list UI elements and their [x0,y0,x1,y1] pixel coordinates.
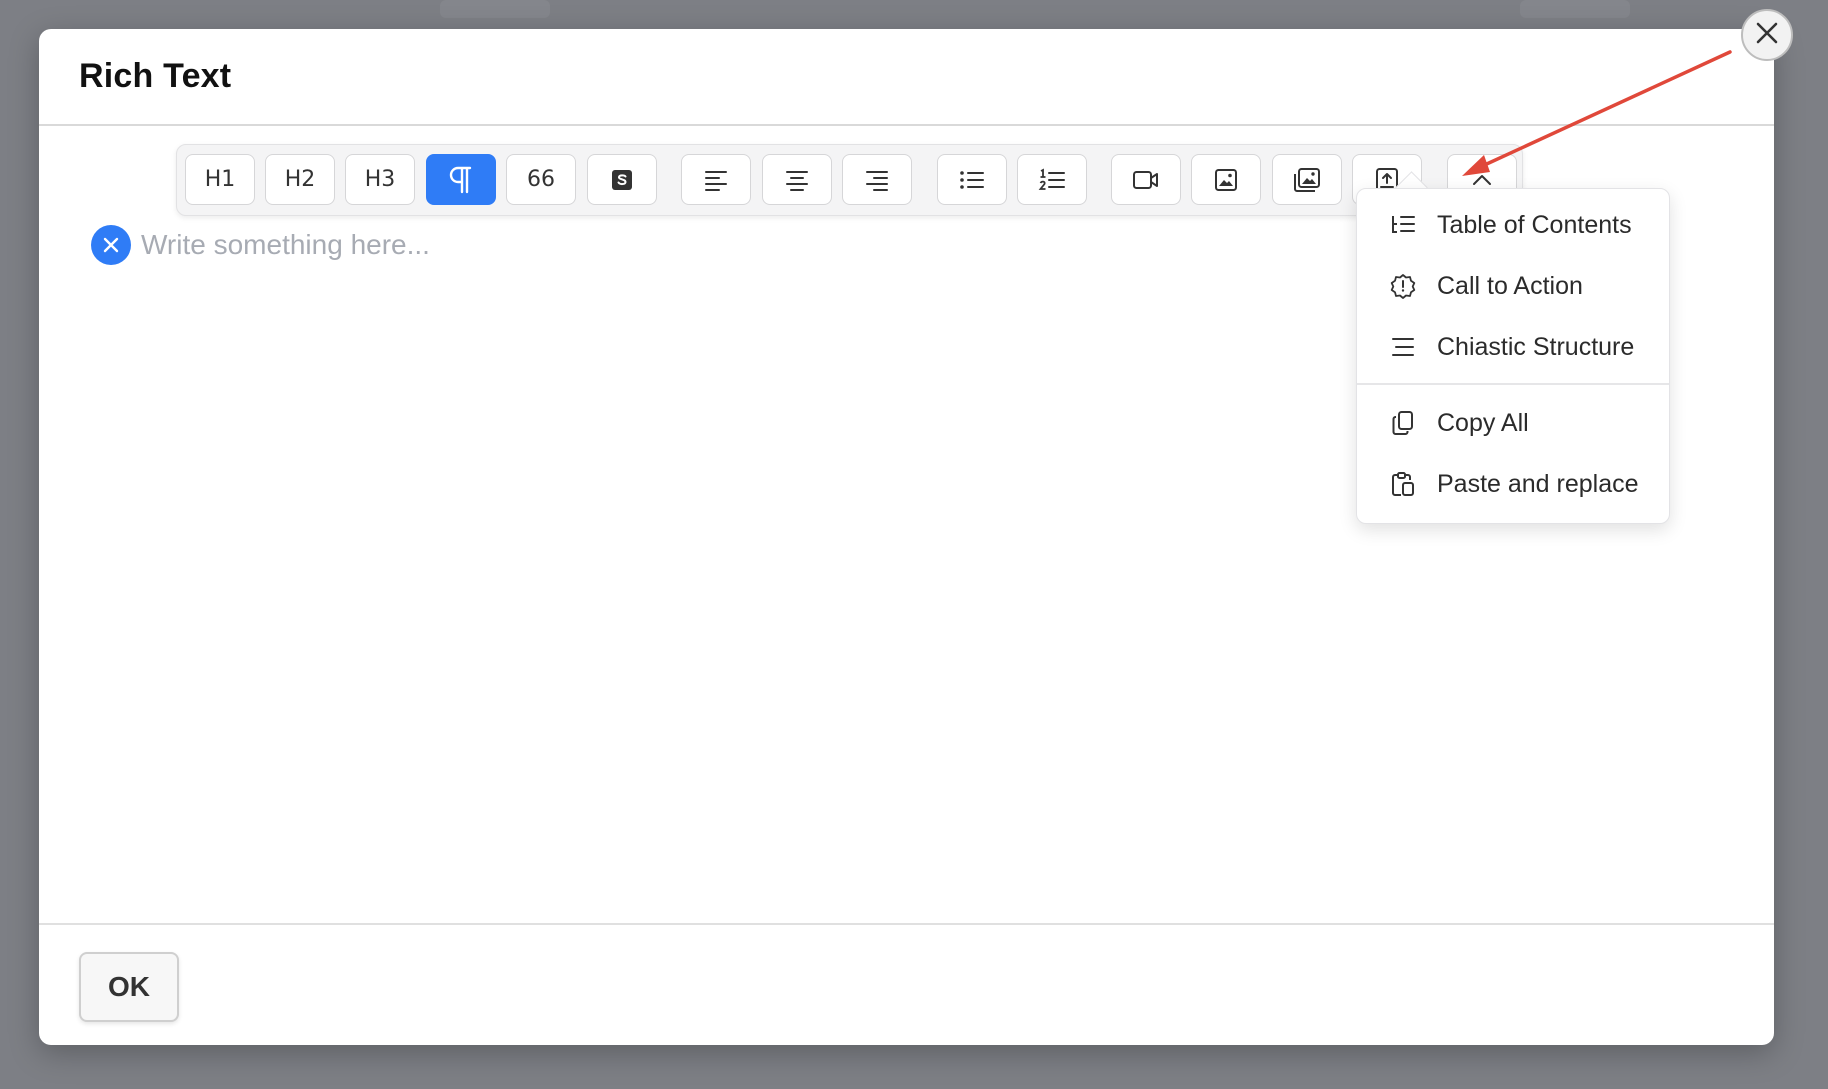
quote-label: 66 [527,167,555,192]
menu-item-label: Copy All [1437,408,1529,437]
ok-button[interactable]: OK [79,952,179,1022]
heading-1-button[interactable]: H1 [185,154,255,205]
backdrop-shape [1520,0,1630,18]
paragraph-button[interactable] [426,154,496,205]
video-icon [1132,169,1160,191]
image-icon [1214,168,1238,192]
editor-body[interactable]: Write something here... [91,225,430,265]
menu-item-paste-and-replace[interactable]: Paste and replace [1357,456,1669,512]
heading-2-label: H2 [284,167,316,192]
image-button[interactable] [1191,154,1261,205]
gallery-button[interactable] [1272,154,1342,205]
align-center-icon [784,168,810,192]
align-left-icon [703,168,729,192]
close-modal-button[interactable] [1741,9,1793,61]
bullet-list-icon [958,168,986,192]
modal-header: Rich Text [39,29,1774,126]
copy-icon [1389,409,1417,437]
menu-divider [1357,383,1669,385]
editor-placeholder[interactable]: Write something here... [141,229,430,261]
editor-toolbar: H1 H2 H3 66 [176,144,1523,216]
bullet-list-button[interactable] [937,154,1007,205]
strikethrough-button[interactable] [587,154,657,205]
modal-footer: OK [39,923,1774,1045]
menu-item-label: Call to Action [1437,271,1583,300]
list-tree-icon [1389,211,1417,239]
align-left-button[interactable] [681,154,751,205]
gallery-icon [1293,167,1321,193]
heading-3-label: H3 [364,167,396,192]
numbered-list-icon [1038,168,1066,192]
menu-item-label: Paste and replace [1437,469,1639,498]
align-right-button[interactable] [842,154,912,205]
menu-item-table-of-contents[interactable]: Table of Contents [1357,197,1669,253]
close-icon [1754,20,1780,51]
heading-3-button[interactable]: H3 [345,154,415,205]
rich-text-modal: Rich Text H1 H2 H3 66 Write something he… [39,29,1774,1045]
pilcrow-icon [448,166,474,194]
menu-item-label: Chiastic Structure [1437,332,1635,361]
backdrop-shape [440,0,550,18]
chevron-up-icon [1471,173,1493,187]
menu-item-call-to-action[interactable]: Call to Action [1357,258,1669,314]
s-square-icon [610,168,634,192]
align-right-icon [864,168,890,192]
menu-item-label: Table of Contents [1437,210,1632,239]
modal-title: Rich Text [79,57,232,95]
paste-icon [1389,470,1417,498]
menu-item-chiastic-structure[interactable]: Chiastic Structure [1357,319,1669,375]
align-center-button[interactable] [762,154,832,205]
numbered-list-button[interactable] [1017,154,1087,205]
quote-button[interactable]: 66 [506,154,576,205]
clear-icon[interactable] [91,225,131,265]
heading-1-label: H1 [204,167,236,192]
lines-icon [1389,333,1417,361]
menu-item-copy-all[interactable]: Copy All [1357,395,1669,451]
alert-badge-icon [1389,272,1417,300]
more-options-dropdown: Table of Contents Call to Action Chiasti… [1356,188,1670,524]
heading-2-button[interactable]: H2 [265,154,335,205]
video-button[interactable] [1111,154,1181,205]
